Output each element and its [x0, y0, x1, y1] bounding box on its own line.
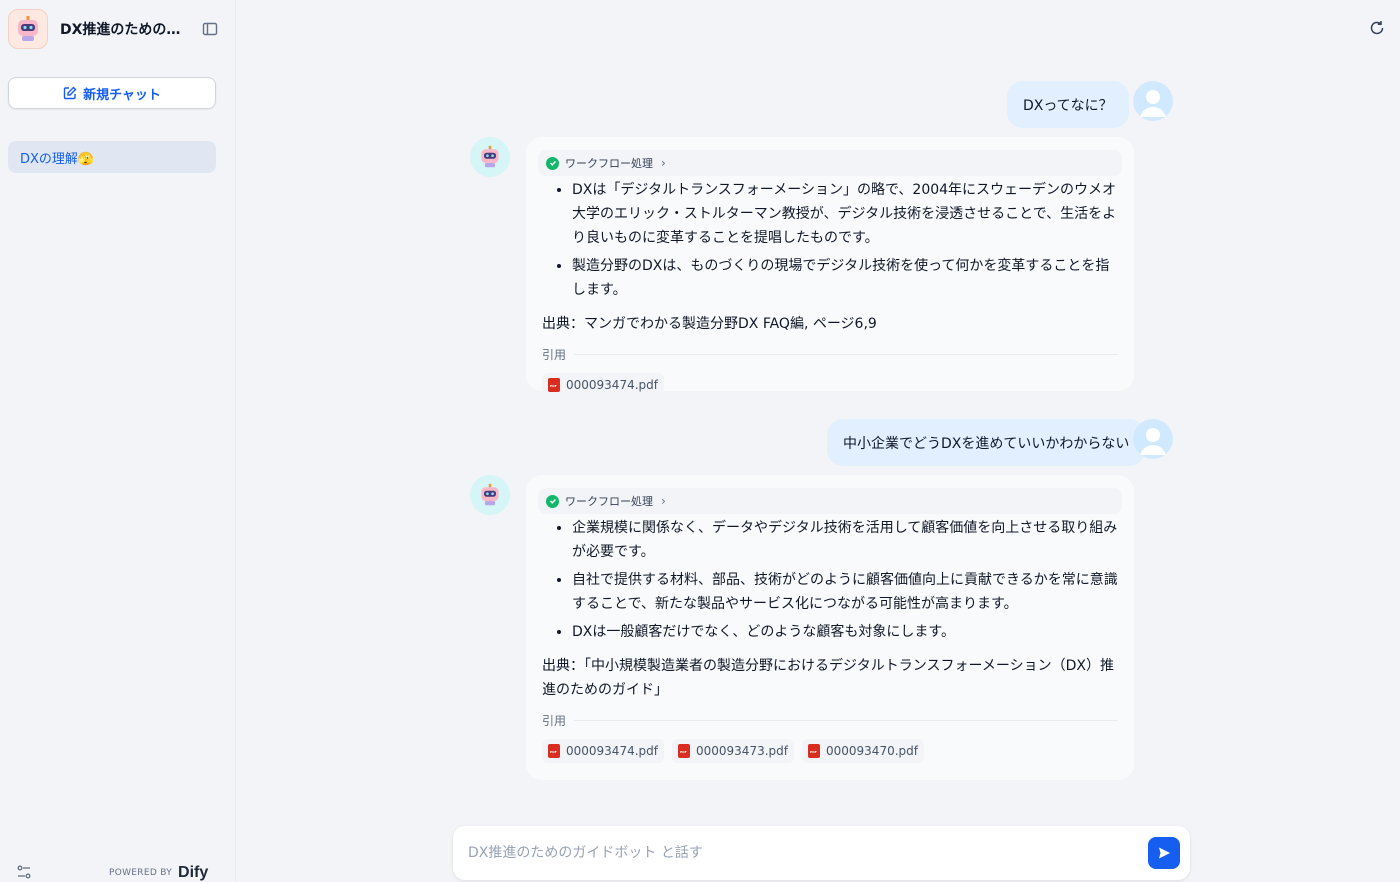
chat-input[interactable] [468, 845, 1128, 861]
citation-file[interactable]: 000093474.pdf [542, 373, 664, 397]
chevron-right-icon: › [661, 494, 666, 508]
app-title: DX推進のためのガ... [60, 22, 182, 38]
list-item: DXは一般顧客だけでなく、どのような顧客も対象にします。 [572, 620, 1118, 644]
list-item: 企業規模に関係なく、データやデジタル技術を活用して顧客価値を向上させる取り組みが… [572, 516, 1118, 564]
citation-file[interactable]: 000093470.pdf [802, 739, 924, 763]
dify-logo: Dify [178, 864, 209, 881]
bot-avatar [470, 475, 510, 515]
bullet-list: DXは「デジタルトランスフォーメーション」の略で、2004年にスウェーデンのウメ… [542, 178, 1118, 302]
new-chat-button[interactable]: 新規チャット [8, 77, 216, 109]
pdf-file-icon [678, 744, 690, 758]
workflow-process-toggle[interactable]: ワークフロー処理 › [538, 488, 1122, 514]
file-name: 000093470.pdf [826, 744, 918, 758]
workflow-process-toggle[interactable]: ワークフロー処理 › [538, 150, 1122, 176]
bot-message: ワークフロー処理 › DXは「デジタルトランスフォーメーション」の略で、2004… [526, 137, 1134, 397]
user-message: 中小企業でどうDXを進めていいかわからない [827, 419, 1146, 466]
new-chat-label: 新規チャット [83, 87, 161, 103]
chevron-right-icon: › [661, 156, 666, 170]
citation-header: 引用 [542, 712, 1118, 729]
edit-icon [63, 86, 77, 100]
pdf-file-icon [548, 744, 560, 758]
check-circle-icon [546, 156, 559, 170]
citation-files: 000093474.pdf 000093473.pdf 000093470.pd… [542, 739, 1118, 763]
powered-by-label: POWERED BY [109, 868, 173, 878]
bullet-list: 企業規模に関係なく、データやデジタル技術を活用して顧客価値を向上させる取り組みが… [542, 516, 1118, 644]
list-item: 自社で提供する材料、部品、技術がどのように顧客価値向上に貢献できるかを常に意識す… [572, 568, 1118, 616]
divider [574, 720, 1118, 721]
sidebar-toggle-icon[interactable] [200, 19, 220, 39]
check-circle-icon [546, 494, 559, 508]
pdf-file-icon [808, 744, 820, 758]
pdf-file-icon [548, 378, 560, 392]
conversation-item[interactable]: DXの理解🫣 [8, 141, 216, 173]
send-icon [1159, 847, 1170, 859]
powered-by: POWERED BY Dify [109, 864, 208, 882]
list-item: DXは「デジタルトランスフォーメーション」の略で、2004年にスウェーデンのウメ… [572, 178, 1118, 250]
citation-label: 引用 [542, 714, 567, 728]
user-message-text: DXってなに？ [1023, 97, 1113, 114]
app-header: DX推進のためのガ... [8, 9, 220, 49]
sidebar-footer: POWERED BY Dify [0, 842, 236, 882]
user-message: DXってなに？ [1007, 81, 1129, 128]
sidebar: DX推進のためのガ... 新規チャット DXの理解🫣 POWERED BY Di… [0, 0, 236, 882]
bot-avatar [470, 137, 510, 177]
settings-sliders-icon[interactable] [16, 864, 32, 880]
list-item: 製造分野のDXは、ものづくりの現場でデジタル技術を使って何かを変革することを指し… [572, 254, 1118, 302]
citation-file[interactable]: 000093474.pdf [542, 739, 664, 763]
user-avatar [1133, 419, 1173, 459]
citation-files: 000093474.pdf [542, 373, 1118, 397]
file-name: 000093474.pdf [566, 378, 658, 392]
citation-file[interactable]: 000093473.pdf [672, 739, 794, 763]
conversation-label: DXの理解🫣 [20, 151, 95, 167]
source-text: 出典：マンガでわかる製造分野DX FAQ編, ページ6,9 [542, 316, 877, 332]
robot-app-icon [8, 9, 48, 49]
workflow-label: ワークフロー処理 [565, 495, 653, 508]
user-avatar [1133, 81, 1173, 121]
send-button[interactable] [1148, 837, 1180, 869]
workflow-label: ワークフロー処理 [565, 157, 653, 170]
divider [574, 354, 1118, 355]
bot-message: ワークフロー処理 › 企業規模に関係なく、データやデジタル技術を活用して顧客価値… [526, 475, 1134, 780]
file-name: 000093474.pdf [566, 744, 658, 758]
source-text: 出典：「中小規模製造業者の製造分野におけるデジタルトランスフォーメーション（DX… [542, 658, 1114, 698]
file-name: 000093473.pdf [696, 744, 788, 758]
chat-main: DXってなに？ ワークフロー処理 › DXは「デジタルトランスフォーメーション [237, 0, 1400, 882]
citation-label: 引用 [542, 348, 567, 362]
citation-header: 引用 [542, 346, 1118, 363]
refresh-icon[interactable] [1368, 19, 1388, 39]
chat-input-box [453, 826, 1190, 880]
user-message-text: 中小企業でどうDXを進めていいかわからない [843, 435, 1130, 452]
